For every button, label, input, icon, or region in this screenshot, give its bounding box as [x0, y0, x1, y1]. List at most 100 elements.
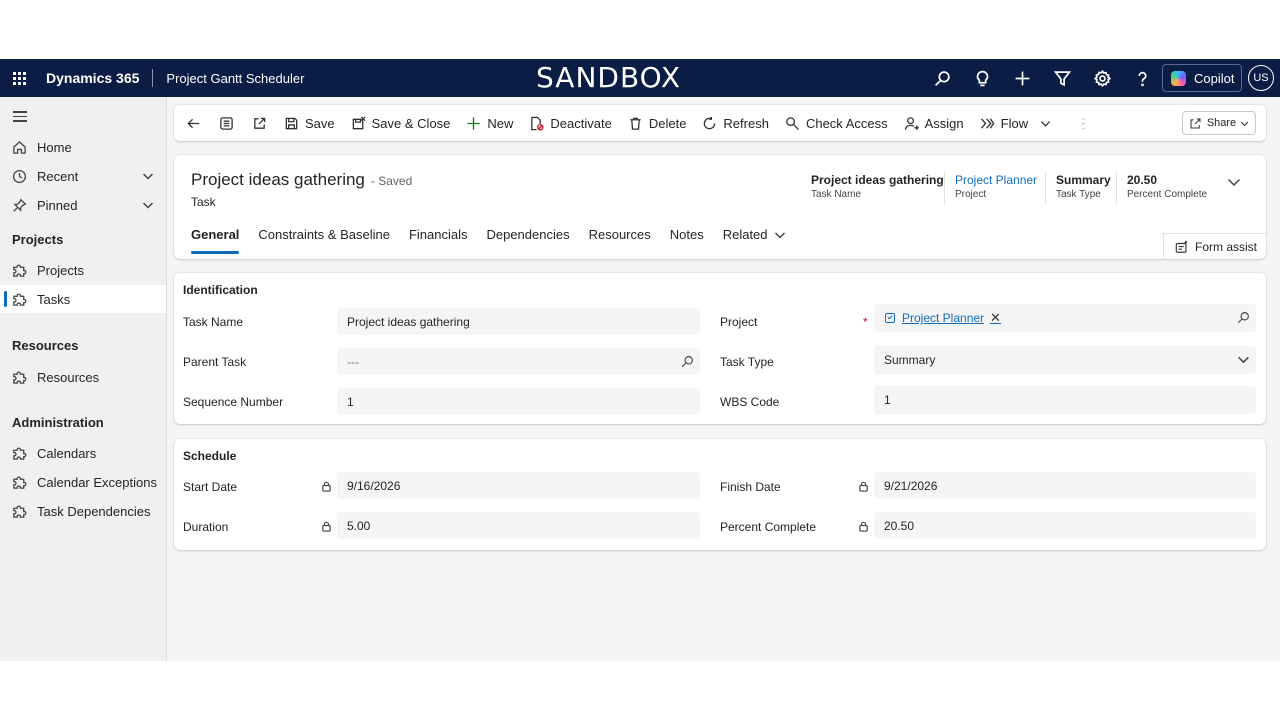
percent-complete-field[interactable]: 20.50: [874, 512, 1256, 539]
deactivate-button[interactable]: Deactivate: [521, 105, 619, 141]
chevron-down-icon: [1240, 121, 1249, 126]
share-button[interactable]: Share: [1182, 111, 1256, 135]
sidebar-item-recent[interactable]: Recent: [0, 162, 166, 190]
start-date-label: Start Date: [183, 480, 238, 494]
more-commands-button[interactable]: [1067, 105, 1100, 141]
save-close-button[interactable]: Save & Close: [343, 105, 459, 141]
tab-general[interactable]: General: [191, 227, 240, 254]
header-expand-button[interactable]: [1227, 175, 1241, 194]
tab-related[interactable]: Related: [723, 227, 786, 253]
search-icon[interactable]: [681, 355, 694, 368]
tab-notes[interactable]: Notes: [670, 227, 704, 253]
tab-dependencies[interactable]: Dependencies: [486, 227, 569, 253]
save-button[interactable]: Save: [276, 105, 343, 141]
open-new-window-button[interactable]: [243, 105, 276, 141]
chevron-down-icon: [1227, 178, 1241, 187]
header-project-link[interactable]: Project Planner: [955, 173, 1037, 187]
refresh-icon: [704, 116, 716, 129]
settings-button[interactable]: [1082, 59, 1122, 97]
main-content: Save Save & Close New Deactivate Delete …: [167, 97, 1280, 661]
clock-icon: [12, 169, 26, 183]
identification-section: Identification Task Name Project ideas g…: [174, 273, 1266, 424]
refresh-button[interactable]: Refresh: [694, 105, 777, 141]
plus-icon: [1015, 71, 1029, 85]
project-lookup[interactable]: Project Planner ✕: [874, 304, 1256, 332]
person-assign-icon: [904, 116, 919, 130]
record-title-row: Project ideas gathering - Saved: [191, 170, 412, 190]
record-set-button[interactable]: [210, 105, 243, 141]
brand-name[interactable]: Dynamics 365: [46, 70, 139, 86]
form-assist-button[interactable]: Form assist: [1163, 233, 1266, 259]
project-lookup-tag[interactable]: Project Planner ✕: [884, 310, 1001, 326]
command-bar: Save Save & Close New Deactivate Delete …: [174, 105, 1266, 141]
tab-constraints-baseline[interactable]: Constraints & Baseline: [258, 227, 390, 253]
parent-task-label: Parent Task: [183, 355, 247, 369]
task-name-field[interactable]: Project ideas gathering: [337, 308, 700, 335]
sidebar-item-label: Home: [37, 139, 72, 155]
finish-date-field[interactable]: 9/21/2026: [874, 472, 1256, 499]
start-date-field[interactable]: 9/16/2026: [337, 472, 700, 499]
help-button[interactable]: [1122, 59, 1162, 97]
sidebar-item-calendars[interactable]: Calendars: [0, 439, 166, 467]
save-close-label: Save & Close: [371, 115, 451, 131]
project-label: Project: [720, 315, 758, 329]
search-button[interactable]: [922, 59, 962, 97]
sequence-number-field[interactable]: 1: [337, 388, 700, 415]
app-launcher-button[interactable]: [0, 59, 38, 97]
sidebar-item-calendar-exceptions[interactable]: Calendar Exceptions: [0, 468, 166, 496]
chevron-down-icon: [774, 232, 785, 239]
trash-icon: [630, 117, 641, 130]
duration-field[interactable]: 5.00: [337, 512, 700, 539]
delete-button[interactable]: Delete: [620, 105, 695, 141]
copilot-label: Copilot: [1194, 70, 1235, 86]
delete-label: Delete: [648, 115, 687, 131]
wbs-code-field[interactable]: 1: [874, 386, 1256, 414]
filter-button[interactable]: [1042, 59, 1082, 97]
check-access-button[interactable]: Check Access: [777, 105, 896, 141]
topbar-divider: [152, 69, 154, 87]
new-record-button[interactable]: New: [458, 105, 521, 141]
save-label: Save: [305, 115, 335, 131]
hamburger-menu-icon[interactable]: [13, 111, 27, 125]
new-button[interactable]: [1002, 59, 1042, 97]
header-field-value: Project ideas gathering: [811, 173, 944, 187]
header-divider: [1045, 172, 1046, 204]
topbar-actions: [922, 59, 1162, 97]
sidebar-item-label: Pinned: [37, 197, 78, 213]
app-name[interactable]: Project Gantt Scheduler: [166, 71, 304, 86]
tab-financials[interactable]: Financials: [409, 227, 468, 253]
assign-label: Assign: [924, 115, 964, 131]
start-date-value: 9/16/2026: [347, 478, 401, 493]
settings-icon: [1093, 69, 1111, 87]
app-frame: Dynamics 365 Project Gantt Scheduler SAN…: [0, 59, 1280, 661]
record-entity: Task: [191, 195, 216, 209]
sidebar: Home Recent Pinned Projects Projects Tas…: [0, 97, 167, 661]
remove-tag-icon[interactable]: ✕: [990, 310, 1001, 326]
sidebar-item-pinned[interactable]: Pinned: [0, 191, 166, 219]
ideas-button[interactable]: [962, 59, 1002, 97]
sidebar-item-resources[interactable]: Resources: [0, 363, 166, 391]
task-type-select[interactable]: Summary: [874, 346, 1256, 374]
back-button[interactable]: [174, 105, 210, 141]
assign-button[interactable]: Assign: [896, 105, 972, 141]
sidebar-item-task-dependencies[interactable]: Task Dependencies: [0, 497, 166, 525]
task-name-label: Task Name: [183, 315, 244, 329]
lock-icon: [859, 521, 868, 532]
flow-label: Flow: [1000, 115, 1029, 131]
percent-complete-label: Percent Complete: [720, 520, 817, 534]
sidebar-item-projects[interactable]: Projects: [0, 256, 166, 284]
sidebar-item-home[interactable]: Home: [0, 133, 166, 161]
parent-task-lookup[interactable]: ---: [337, 348, 700, 375]
puzzle-icon: [12, 371, 26, 384]
flow-icon: [980, 117, 995, 129]
user-avatar[interactable]: US: [1248, 65, 1274, 91]
search-icon[interactable]: [1237, 311, 1250, 324]
flow-button[interactable]: Flow: [972, 105, 1059, 141]
puzzle-icon: [12, 476, 26, 489]
schedule-section: Schedule Start Date 9/16/2026 Duration 5…: [174, 439, 1266, 550]
header-field-label: Project: [955, 189, 987, 200]
sidebar-item-tasks[interactable]: Tasks: [0, 285, 166, 313]
tab-resources[interactable]: Resources: [589, 227, 651, 253]
copilot-button[interactable]: Copilot: [1162, 64, 1242, 92]
environment-banner: SANDBOX: [536, 61, 682, 94]
